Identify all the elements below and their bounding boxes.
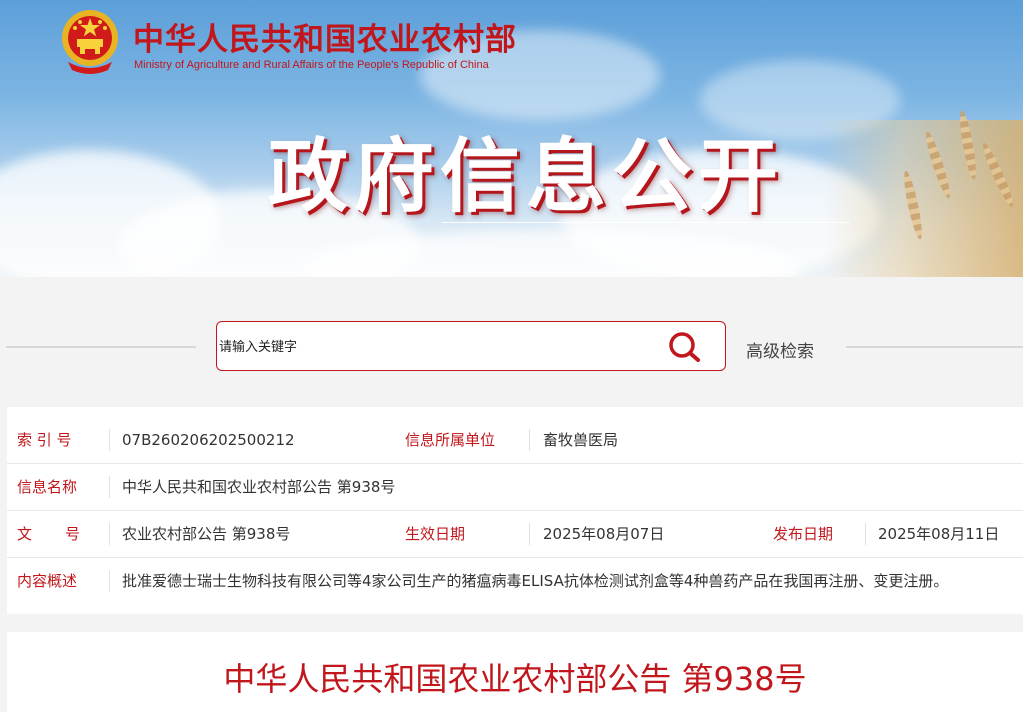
name-value: 中华人民共和国农业农村部公告 第938号 bbox=[122, 478, 396, 496]
info-row-index: 索 引 号 07B260206202500212 信息所属单位 畜牧兽医局 bbox=[7, 417, 1023, 464]
article-panel: 中华人民共和国农业农村部公告 第938号 bbox=[7, 632, 1023, 712]
publish-date-label: 发布日期 bbox=[773, 525, 834, 543]
doc-no-value: 农业农村部公告 第938号 bbox=[122, 525, 291, 543]
search-divider-left bbox=[6, 346, 196, 348]
owner-label: 信息所属单位 bbox=[405, 431, 496, 449]
header-banner: 中华人民共和国农业农村部 Ministry of Agriculture and… bbox=[0, 0, 1023, 277]
banner-divider bbox=[442, 222, 850, 223]
doc-no-label-part2: 号 bbox=[65, 525, 81, 543]
publish-date-value: 2025年08月11日 bbox=[878, 525, 1000, 543]
info-table: 索 引 号 07B260206202500212 信息所属单位 畜牧兽医局 信息… bbox=[7, 407, 1023, 614]
column-divider bbox=[109, 523, 110, 545]
article-title: 中华人民共和国农业农村部公告 第938号 bbox=[223, 660, 807, 698]
column-divider bbox=[865, 523, 866, 545]
effective-date-label: 生效日期 bbox=[405, 525, 466, 543]
info-row-summary: 内容概述 批准爱德士瑞士生物科技有限公司等4家公司生产的猪瘟病毒ELISA抗体检… bbox=[7, 558, 1023, 605]
owner-value: 畜牧兽医局 bbox=[543, 431, 619, 449]
search-icon[interactable] bbox=[667, 330, 703, 364]
search-input[interactable] bbox=[219, 336, 649, 358]
index-no-label: 索 引 号 bbox=[17, 431, 72, 449]
advanced-search-link[interactable]: 高级检索 bbox=[746, 337, 814, 362]
summary-value: 批准爱德士瑞士生物科技有限公司等4家公司生产的猪瘟病毒ELISA抗体检测试剂盒等… bbox=[122, 572, 949, 590]
doc-no-label-part1: 文 bbox=[17, 525, 33, 543]
index-no-value: 07B260206202500212 bbox=[122, 431, 295, 449]
column-divider bbox=[529, 429, 530, 451]
info-row-name: 信息名称 中华人民共和国农业农村部公告 第938号 bbox=[7, 464, 1023, 511]
summary-label: 内容概述 bbox=[17, 572, 78, 590]
info-row-docno: 文 号 农业农村部公告 第938号 生效日期 2025年08月07日 发布日期 … bbox=[7, 511, 1023, 558]
wheat-decoration bbox=[823, 109, 1023, 277]
search-divider-right bbox=[846, 346, 1023, 348]
site-subtitle-en: Ministry of Agriculture and Rural Affair… bbox=[134, 59, 489, 71]
banner-title: 政府信息公开 bbox=[268, 130, 784, 223]
search-bar bbox=[216, 321, 726, 371]
column-divider bbox=[109, 429, 110, 451]
column-divider bbox=[109, 476, 110, 498]
site-title[interactable]: 中华人民共和国农业农村部 bbox=[133, 14, 517, 59]
column-divider bbox=[109, 570, 110, 592]
effective-date-value: 2025年08月07日 bbox=[543, 525, 665, 543]
national-emblem-icon bbox=[62, 10, 118, 74]
column-divider bbox=[529, 523, 530, 545]
name-label: 信息名称 bbox=[17, 478, 78, 496]
